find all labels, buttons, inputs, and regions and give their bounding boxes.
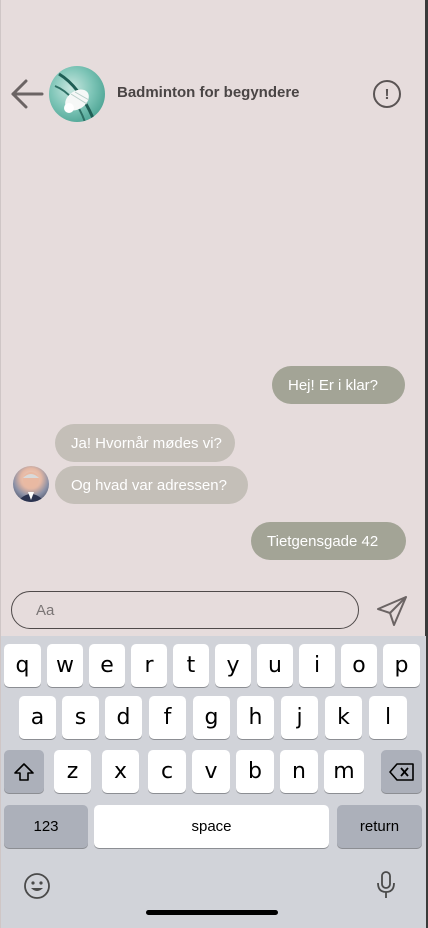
key-w[interactable]: w [47,644,83,687]
message-bubble-sent[interactable]: Hej! Er i klar? [272,366,405,404]
key-b[interactable]: b [236,750,274,793]
key-h[interactable]: h [237,696,274,739]
person-avatar-image [17,472,45,502]
send-button[interactable] [375,594,409,628]
key-s[interactable]: s [62,696,99,739]
key-e[interactable]: e [89,644,125,687]
key-d[interactable]: d [105,696,142,739]
message-input[interactable] [36,601,336,619]
back-button[interactable] [9,76,45,112]
emoji-button[interactable] [23,872,51,905]
return-key[interactable]: return [337,805,422,848]
emoji-icon [24,873,50,899]
key-f[interactable]: f [149,696,186,739]
backspace-icon [388,762,414,781]
microphone-icon [377,871,395,898]
chat-title: Badminton for begyndere [117,84,300,101]
key-i[interactable]: i [299,644,335,687]
key-z[interactable]: z [54,750,91,793]
key-k[interactable]: k [325,696,362,739]
shift-key[interactable] [4,750,44,793]
key-y[interactable]: y [215,644,251,687]
message-bubble-sent[interactable]: Tietgensgade 42 [251,522,406,560]
paper-plane-icon [377,596,407,626]
sender-avatar[interactable] [13,466,49,502]
key-a[interactable]: a [19,696,56,739]
key-o[interactable]: o [341,644,377,687]
message-bubble-received[interactable]: Og hvad var adressen? [55,466,248,504]
key-u[interactable]: u [257,644,293,687]
app-screen: Badminton for begyndere ! Hej! Er i klar… [0,0,428,928]
chat-header: Badminton for begyndere ! [1,64,428,124]
key-m[interactable]: m [324,750,364,793]
message-bubble-received[interactable]: Ja! Hvornår mødes vi? [55,424,235,462]
key-n[interactable]: n [280,750,318,793]
arrow-left-icon [11,79,44,109]
delete-key[interactable] [381,750,422,793]
key-v[interactable]: v [192,750,230,793]
key-t[interactable]: t [173,644,209,687]
key-q[interactable]: q [4,644,41,687]
home-indicator[interactable] [146,910,278,915]
shuttlecock-image [54,72,95,122]
info-button[interactable]: ! [373,80,401,108]
key-r[interactable]: r [131,644,167,687]
group-avatar[interactable] [49,66,105,122]
key-c[interactable]: c [148,750,186,793]
shift-icon [14,762,34,781]
key-g[interactable]: g [193,696,230,739]
exclamation-circle-icon: ! [384,85,390,103]
on-screen-keyboard: q w e r t y u i o p a s d f g h j k l z … [1,636,426,928]
key-p[interactable]: p [383,644,420,687]
message-input-container [11,591,359,629]
key-j[interactable]: j [281,696,318,739]
space-key[interactable]: space [94,805,329,848]
numbers-key[interactable]: 123 [4,805,88,848]
microphone-button[interactable] [375,870,397,905]
key-l[interactable]: l [369,696,407,739]
key-x[interactable]: x [102,750,139,793]
